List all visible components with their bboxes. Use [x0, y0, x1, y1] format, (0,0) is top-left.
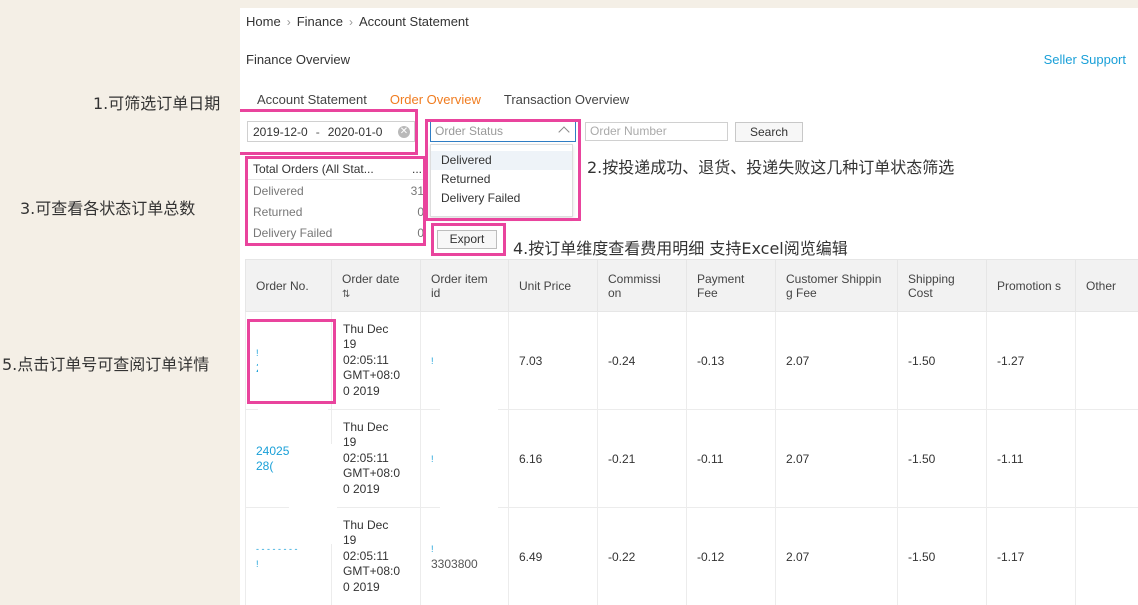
cell-unit-price: 6.16 [508, 409, 598, 508]
annotation-export: 4.按订单维度查看费用明细 支持Excel阅览编辑 [513, 239, 848, 258]
breadcrumb: Home › Finance › Account Statement [246, 14, 469, 29]
col-other: Other [1075, 259, 1138, 312]
date-line: 0 2019 [343, 383, 380, 398]
chevron-right-icon: › [286, 14, 291, 29]
seller-support-link[interactable]: Seller Support [1044, 52, 1126, 67]
col-promotions: Promotion s [986, 259, 1076, 312]
cell-order-date: Thu Dec 19 02:05:11 GMT+08:0 0 2019 [331, 409, 421, 508]
date-line: 02:05:11 [343, 450, 389, 465]
date-line: 02:05:11 [343, 352, 389, 367]
cell-customer-shipping: 2.07 [775, 409, 898, 508]
tab-transaction-overview[interactable]: Transaction Overview [504, 92, 629, 107]
cell-shipping-cost: -1.50 [897, 311, 987, 410]
highlight-box-export [431, 223, 506, 256]
col-commission: Commissi on [597, 259, 687, 312]
col-order-date[interactable]: Order date ⇅ [331, 259, 421, 312]
page-title: Finance Overview [246, 52, 351, 67]
highlight-box-status [425, 119, 581, 221]
col-unit-price: Unit Price [508, 259, 598, 312]
date-line: 19 [343, 533, 357, 548]
cell-shipping-cost: -1.50 [897, 409, 987, 508]
table-row: 24025220 28( Thu Dec 19 02:05:11 GMT+08:… [245, 409, 1138, 508]
date-line: GMT+08:0 [343, 466, 401, 481]
cell-payment-fee: -0.13 [686, 311, 776, 410]
cell-commission: -0.22 [597, 507, 687, 605]
col-order-date-label: Order date [342, 271, 400, 286]
cell-other [1075, 507, 1138, 605]
cell-shipping-cost: -1.50 [897, 507, 987, 605]
cell-customer-shipping: 2.07 [775, 507, 898, 605]
breadcrumb-finance[interactable]: Finance [297, 14, 343, 29]
annotation-date-filter: 1.可筛选订单日期 [93, 94, 221, 113]
redaction-block [440, 368, 498, 553]
date-line: 19 [343, 337, 357, 352]
annotation-order-detail: 5.点击订单号可查阅订单详情 [2, 355, 210, 374]
cell-promotions: -1.17 [986, 507, 1076, 605]
highlight-box-date [240, 109, 418, 155]
cell-payment-fee: -0.11 [686, 409, 776, 508]
finance-panel: Home › Finance › Account Statement Finan… [240, 8, 1138, 605]
order-table: Order No. Order date ⇅ Order item id Unit… [245, 259, 1138, 605]
cell-other [1075, 311, 1138, 410]
cell-commission: -0.21 [597, 409, 687, 508]
redaction-block [289, 444, 337, 544]
item-id: ! [431, 453, 434, 464]
date-line: GMT+08:0 [343, 564, 401, 579]
date-line: GMT+08:0 [343, 368, 401, 383]
date-line: 19 [343, 435, 357, 450]
annotation-total-orders: 3.可查看各状态订单总数 [20, 199, 196, 218]
col-order-no: Order No. [245, 259, 332, 312]
item-id: ! [431, 355, 434, 366]
tab-order-overview[interactable]: Order Overview [390, 92, 481, 107]
search-button[interactable]: Search [735, 122, 803, 142]
cell-payment-fee: -0.12 [686, 507, 776, 605]
sort-icon[interactable]: ⇅ [342, 289, 350, 300]
highlight-box-summary [245, 156, 426, 246]
cell-commission: -0.24 [597, 311, 687, 410]
col-order-item-id: Order item id [420, 259, 509, 312]
cell-unit-price: 6.49 [508, 507, 598, 605]
breadcrumb-current: Account Statement [358, 14, 469, 29]
date-line: Thu Dec [343, 419, 389, 434]
cell-other [1075, 409, 1138, 508]
col-customer-shipping-fee: Customer Shippin g Fee [775, 259, 898, 312]
cell-order-date: Thu Dec 19 02:05:11 GMT+08:0 0 2019 [331, 311, 421, 410]
highlight-box-order-no [247, 319, 336, 404]
col-payment-fee: Payment Fee [686, 259, 776, 312]
chevron-right-icon: › [348, 14, 353, 29]
table-header-row: Order No. Order date ⇅ Order item id Unit… [245, 259, 1138, 312]
col-shipping-cost: Shipping Cost [897, 259, 987, 312]
cell-promotions: -1.27 [986, 311, 1076, 410]
tab-bar: Account Statement Order Overview Transac… [257, 92, 652, 107]
cell-promotions: -1.11 [986, 409, 1076, 508]
date-line: 0 2019 [343, 481, 380, 496]
date-line: Thu Dec [343, 517, 389, 532]
cell-customer-shipping: 2.07 [775, 311, 898, 410]
date-line: 0 2019 [343, 579, 380, 594]
breadcrumb-home[interactable]: Home [246, 14, 281, 29]
table-row: - - - - - - - - ! Thu Dec 19 02:05:11 GM… [245, 507, 1138, 605]
date-line: 02:05:11 [343, 548, 389, 563]
order-number-input[interactable]: Order Number [585, 122, 728, 141]
cell-order-date: Thu Dec 19 02:05:11 GMT+08:0 0 2019 [331, 507, 421, 605]
date-line: Thu Dec [343, 321, 389, 336]
tab-account-statement[interactable]: Account Statement [257, 92, 367, 107]
item-id: 3303800 [431, 557, 478, 571]
order-no-link[interactable]: ! [256, 557, 321, 572]
cell-unit-price: 7.03 [508, 311, 598, 410]
table-row: ! 2 Thu Dec 19 02:05:11 GMT+08:0 0 2019 … [245, 311, 1138, 410]
annotation-status-filter: 2.按投递成功、退货、投递失败这几种订单状态筛选 [587, 158, 955, 177]
